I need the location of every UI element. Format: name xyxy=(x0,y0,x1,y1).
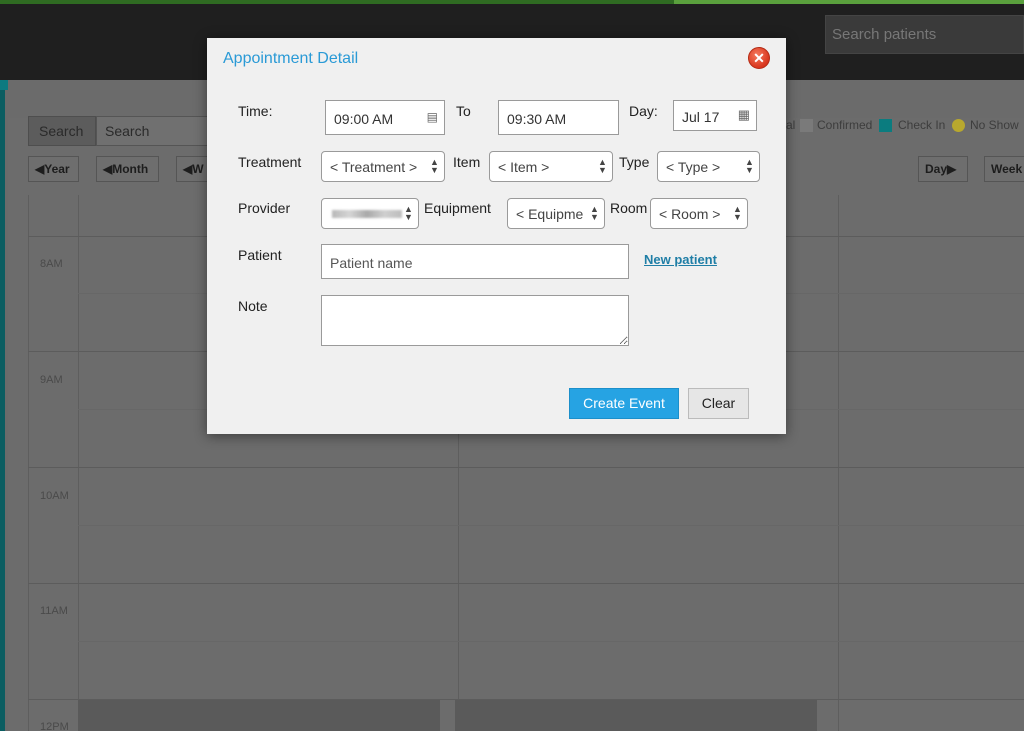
time-label: Time: xyxy=(238,103,273,119)
chevron-updown-icon: ▲ ▼ xyxy=(598,157,607,175)
equipment-select[interactable]: < Equipme ▲ ▼ xyxy=(507,198,605,229)
chevron-updown-icon: ▲ ▼ xyxy=(745,157,754,175)
half-hour-line xyxy=(78,641,1024,642)
day-input[interactable]: Jul 17 ▦ xyxy=(673,100,757,131)
hour-label-11am: 11AM xyxy=(40,605,68,617)
next-day-label: Day xyxy=(925,162,948,176)
item-value: < Item > xyxy=(498,159,550,175)
appointment-detail-modal: Appointment Detail ✕ Time: 09:00 AM ▤ To… xyxy=(207,38,786,434)
patient-name-placeholder: Patient name xyxy=(330,255,413,271)
prev-week-label: W xyxy=(192,162,204,176)
day-value: Jul 17 xyxy=(682,109,720,125)
hour-line xyxy=(28,467,1024,468)
time-to-value: 09:30 AM xyxy=(507,111,567,127)
note-label: Note xyxy=(238,298,268,314)
room-select[interactable]: < Room > ▲ ▼ xyxy=(650,198,748,229)
item-label: Item xyxy=(453,154,481,170)
left-sidebar-stripe xyxy=(0,80,5,731)
calendar-icon[interactable]: ▦ xyxy=(738,107,750,123)
grid-col-3 xyxy=(838,195,839,731)
create-event-button[interactable]: Create Event xyxy=(569,388,679,419)
hour-line xyxy=(28,583,1024,584)
calendar-block xyxy=(455,700,817,731)
legend-check-in-label: Check In xyxy=(898,118,946,132)
chevron-updown-icon: ▲ ▼ xyxy=(430,157,439,175)
room-label: Room xyxy=(610,200,648,216)
clock-icon[interactable]: ▤ xyxy=(427,110,438,124)
time-from-input[interactable]: 09:00 AM ▤ xyxy=(325,100,445,135)
next-day-button[interactable]: Day▶ xyxy=(918,156,968,182)
search-patients-input[interactable]: Search patients xyxy=(825,15,1024,54)
calendar-block xyxy=(78,700,440,731)
chevron-updown-icon: ▲ ▼ xyxy=(590,204,599,222)
modal-title: Appointment Detail xyxy=(223,50,359,67)
new-patient-link[interactable]: New patient xyxy=(644,252,717,267)
close-icon[interactable]: ✕ xyxy=(748,47,770,69)
hour-label-12pm: 12PM xyxy=(40,721,69,731)
equipment-label: Equipment xyxy=(424,200,491,216)
legend-check-in-swatch xyxy=(879,119,892,132)
next-week-label: Week xyxy=(991,162,1023,176)
half-hour-line xyxy=(78,525,1024,526)
note-textarea[interactable] xyxy=(321,295,629,346)
next-week-button[interactable]: Week xyxy=(984,156,1024,182)
provider-label: Provider xyxy=(238,200,291,216)
top-accent-line-right xyxy=(674,0,1024,4)
type-label: Type xyxy=(619,154,650,170)
chevron-updown-icon: ▲ ▼ xyxy=(404,204,413,222)
time-from-value: 09:00 AM xyxy=(334,111,394,127)
legend-confirmed-swatch xyxy=(800,119,813,132)
legend-no-show-swatch xyxy=(952,119,965,132)
room-value: < Room > xyxy=(659,206,721,222)
calendar-search-button[interactable]: Search xyxy=(28,116,96,146)
patient-name-input[interactable]: Patient name xyxy=(321,244,629,279)
prev-year-button[interactable]: ◀Year xyxy=(28,156,79,182)
type-select[interactable]: < Type > ▲ ▼ xyxy=(657,151,760,182)
calendar-search-input[interactable]: Search xyxy=(96,116,211,146)
treatment-select[interactable]: < Treatment > ▲ ▼ xyxy=(321,151,445,182)
prev-month-label: Month xyxy=(112,162,149,176)
chevron-updown-icon: ▲ ▼ xyxy=(733,204,742,222)
grid-col-time xyxy=(28,195,29,731)
legend-confirmed-label: Confirmed xyxy=(817,118,873,132)
clear-button[interactable]: Clear xyxy=(688,388,749,419)
prev-month-button[interactable]: ◀Month xyxy=(96,156,159,182)
item-select[interactable]: < Item > ▲ ▼ xyxy=(489,151,613,182)
provider-select[interactable]: ▲ ▼ xyxy=(321,198,419,229)
treatment-label: Treatment xyxy=(238,154,302,170)
hour-label-9am: 9AM xyxy=(40,374,63,386)
equipment-value: < Equipme xyxy=(516,206,584,222)
hour-label-8am: 8AM xyxy=(40,258,63,270)
prev-year-label: Year xyxy=(44,162,70,176)
top-accent-line xyxy=(0,0,1024,4)
to-label: To xyxy=(456,103,471,119)
legend-partial-label: al xyxy=(786,118,796,132)
provider-redacted-value xyxy=(332,210,402,218)
time-to-input[interactable]: 09:30 AM xyxy=(498,100,619,135)
grid-col-1 xyxy=(78,195,79,731)
patient-label: Patient xyxy=(238,247,282,263)
left-sidebar-accent xyxy=(0,80,8,90)
day-label: Day: xyxy=(629,103,658,119)
legend-no-show-label: No Show xyxy=(970,118,1019,132)
hour-label-10am: 10AM xyxy=(40,490,69,502)
type-value: < Type > xyxy=(666,159,721,175)
treatment-value: < Treatment > xyxy=(330,159,418,175)
